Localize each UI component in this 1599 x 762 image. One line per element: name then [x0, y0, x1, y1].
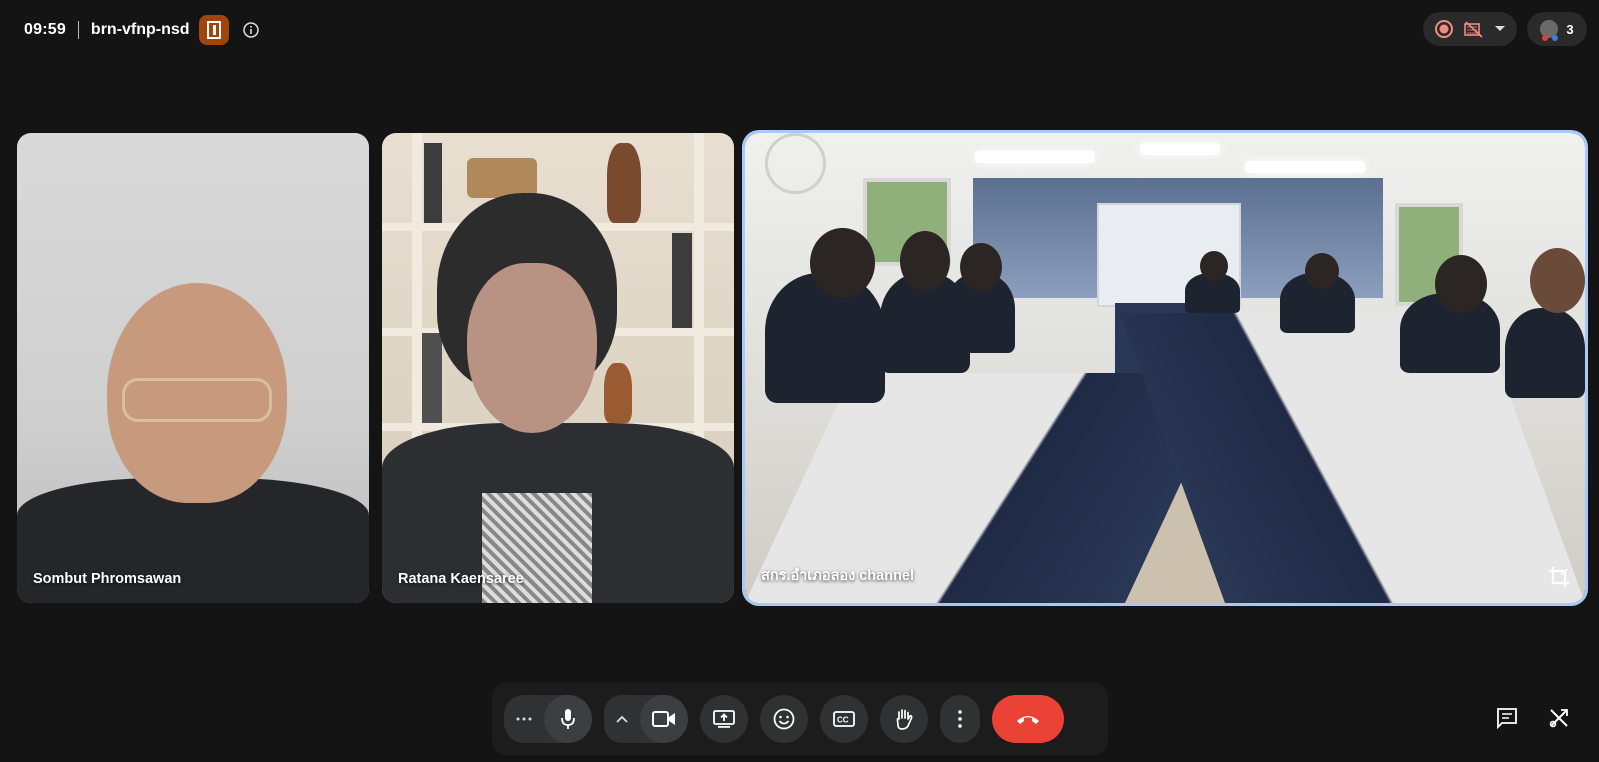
present-screen-button[interactable]: [700, 695, 748, 743]
room-person-head: [1435, 255, 1487, 313]
mic-control-group: [504, 695, 592, 743]
mic-icon: [560, 708, 576, 730]
bookshelf-vase: [604, 363, 632, 423]
participant-video-glasses: [122, 378, 272, 422]
end-call-button[interactable]: [992, 695, 1064, 743]
meeting-code: brn-vfnp-nsd: [90, 21, 190, 38]
info-icon[interactable]: [241, 20, 261, 40]
camera-control-group: [604, 695, 688, 743]
captions-button[interactable]: CC: [820, 695, 868, 743]
call-control-bar: CC: [492, 683, 1108, 755]
bookshelf-books: [672, 233, 692, 328]
participant-tile-2[interactable]: Ratana Kaensaree: [382, 133, 734, 603]
ceiling-light: [1140, 143, 1220, 155]
no-camera-icon: [1463, 19, 1485, 39]
camera-button[interactable]: [640, 695, 688, 743]
participant-video-face: [467, 263, 597, 433]
recording-icon: [1434, 19, 1454, 39]
emoji-icon: [773, 708, 795, 730]
participant-name: Ratana Kaensaree: [398, 571, 524, 587]
reactions-button[interactable]: [760, 695, 808, 743]
participant-tile-1[interactable]: Sombut Phromsawan: [17, 133, 369, 603]
bookshelf-books: [422, 333, 442, 423]
room-person-head: [1305, 253, 1339, 289]
wall-fan: [765, 133, 826, 194]
svg-text:CC: CC: [837, 716, 849, 725]
ceiling-light: [1245, 161, 1365, 173]
recording-status-pill[interactable]: [1423, 12, 1517, 46]
room-person: [1505, 308, 1585, 398]
activities-button[interactable]: [1535, 694, 1583, 742]
videocam-icon: [652, 711, 676, 727]
host-controls-icon[interactable]: [198, 15, 229, 45]
present-screen-icon: [713, 710, 735, 728]
room-person-head: [1530, 248, 1585, 313]
clock: 09:59: [24, 21, 66, 38]
more-options-button[interactable]: [940, 695, 980, 743]
ceiling-light: [975, 151, 1095, 163]
room-person-head: [960, 243, 1002, 291]
more-vert-icon: [958, 710, 962, 728]
room-person-head: [1200, 251, 1228, 281]
crop-icon[interactable]: [1547, 565, 1571, 589]
room-person-head: [900, 231, 950, 291]
meeting-info: 09:59 brn-vfnp-nsd: [24, 14, 261, 46]
bottom-right-controls: [1483, 694, 1599, 742]
room-person-head: [810, 228, 875, 298]
bookshelf-basket: [467, 158, 537, 198]
chevron-up-icon: [616, 715, 628, 723]
audio-options-button[interactable]: [504, 695, 544, 743]
mic-button[interactable]: [544, 695, 592, 743]
captions-icon: CC: [833, 711, 855, 727]
people-count: 3: [1566, 21, 1574, 37]
more-horiz-icon: [516, 717, 532, 721]
chat-icon: [1496, 707, 1518, 729]
people-icon: [1540, 20, 1559, 41]
bookshelf-books: [424, 143, 442, 223]
people-button[interactable]: 3: [1527, 12, 1587, 46]
participant-name: สกร.อำเภอลอง channel: [761, 568, 915, 584]
call-end-icon: [1015, 713, 1041, 725]
participant-tile-3-active-speaker[interactable]: สกร.อำเภอลอง channel: [745, 133, 1585, 603]
top-right-controls: 3: [1423, 12, 1587, 46]
hand-icon: [894, 708, 914, 730]
video-options-button[interactable]: [604, 695, 640, 743]
activities-icon: [1548, 707, 1570, 729]
bookshelf-vase: [607, 143, 641, 223]
participant-name: Sombut Phromsawan: [33, 571, 182, 587]
top-bar: 09:59 brn-vfnp-nsd 3: [0, 0, 1599, 58]
raise-hand-button[interactable]: [880, 695, 928, 743]
chat-button[interactable]: [1483, 694, 1531, 742]
chevron-down-icon: [1494, 25, 1506, 33]
divider: [77, 21, 79, 39]
